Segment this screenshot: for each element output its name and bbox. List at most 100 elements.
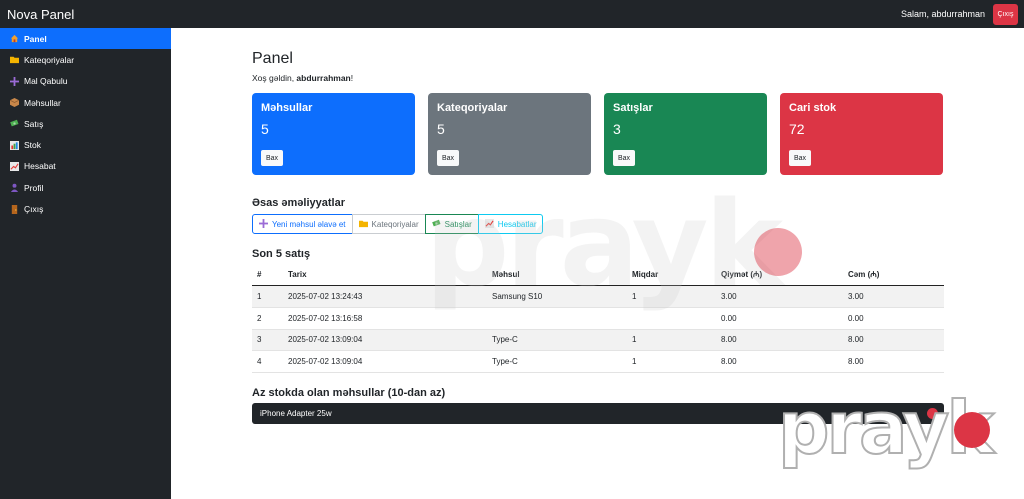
house-icon	[10, 34, 19, 43]
add-product-button[interactable]: Yeni məhsul əlavə et	[252, 214, 353, 234]
sidebar-item-label: Satış	[24, 118, 44, 129]
line-chart-icon	[484, 218, 494, 230]
card-current-stock: Cari stok 72 Bax	[780, 93, 943, 175]
folder-icon	[10, 55, 19, 64]
table-header-row: # Tarix Məhsul Miqdar Qiymət (₼) Cəm (₼)	[252, 264, 944, 286]
table-cell: Samsung S10	[492, 291, 543, 301]
sidebar-item-label: Çıxış	[24, 204, 44, 215]
card-view-button[interactable]: Bax	[789, 150, 812, 166]
plus-icon	[10, 76, 19, 86]
sidebar-item-mehsullar[interactable]: Məhsullar	[0, 92, 171, 113]
sidebar-item-label: Kateqoriyalar	[24, 54, 75, 65]
sidebar-item-label: Mal Qabulu	[24, 76, 68, 87]
card-sales: Satışlar 3 Bax	[604, 93, 767, 175]
card-title: Cari stok	[789, 102, 837, 114]
brand-title[interactable]: Nova Panel	[7, 7, 74, 22]
table-header-cell: Qiymət (₼)	[721, 270, 763, 279]
top-navbar: Nova Panel Salam, abdurrahman Çıxış	[0, 0, 1024, 28]
table-row: 3 2025-07-02 13:09:04 Type-C 1 8.00 8.00	[252, 329, 944, 352]
recent-sales-table: # Tarix Məhsul Miqdar Qiymət (₼) Cəm (₼)…	[252, 264, 944, 374]
table-header-cell: Məhsul	[492, 270, 520, 279]
sidebar: Panel Kateqoriyalar Mal Qabulu Məhsullar…	[0, 28, 171, 499]
table-header-cell: #	[257, 270, 262, 279]
table-cell: 0.00	[848, 313, 864, 323]
table-header-cell: Cəm (₼)	[848, 270, 880, 279]
sidebar-item-label: Hesabat	[24, 161, 56, 172]
welcome-prefix: Xoş gəldin,	[252, 73, 297, 83]
sidebar-item-panel[interactable]: Panel	[0, 28, 171, 50]
user-icon	[10, 183, 19, 193]
sidebar-item-cixis[interactable]: Çıxış	[0, 198, 171, 219]
low-stock-title: Az stokda olan məhsullar (10-dan az)	[252, 387, 446, 399]
table-row: 4 2025-07-02 13:09:04 Type-C 1 8.00 8.00	[252, 351, 944, 374]
table-cell: 1	[632, 335, 637, 345]
low-stock-item[interactable]: iPhone Adapter 25w	[252, 403, 944, 424]
table-cell: 2	[257, 313, 262, 323]
table-header-cell: Tarix	[288, 270, 307, 279]
table-cell: 3.00	[721, 291, 737, 301]
action-label: Yeni məhsul əlavə et	[272, 219, 346, 229]
table-cell: 1	[257, 291, 262, 301]
card-products: Məhsullar 5 Bax	[252, 93, 415, 175]
table-cell: 8.00	[721, 335, 737, 345]
sidebar-item-label: Profil	[24, 182, 44, 193]
quick-actions-group: Yeni məhsul əlavə et Kateqoriyalar Satış…	[252, 214, 544, 234]
table-cell: 8.00	[848, 357, 864, 367]
table-header-cell: Miqdar	[632, 270, 659, 279]
money-icon	[431, 219, 441, 230]
sidebar-item-label: Panel	[24, 33, 47, 44]
sales-button[interactable]: Satışlar	[424, 214, 479, 234]
logout-button[interactable]: Çıxış	[993, 3, 1018, 25]
sidebar-item-hesabat[interactable]: Hesabat	[0, 156, 171, 177]
table-cell: 3.00	[848, 291, 864, 301]
card-value: 5	[437, 121, 445, 137]
sidebar-item-mal-qabulu[interactable]: Mal Qabulu	[0, 71, 171, 92]
bar-chart-icon	[10, 140, 19, 150]
action-label: Satışlar	[444, 219, 472, 229]
low-stock-item-label: iPhone Adapter 25w	[260, 409, 332, 418]
welcome-username: abdurrahman	[296, 73, 351, 83]
table-cell: Type-C	[492, 335, 518, 345]
watermark-text: prayk	[777, 386, 995, 470]
table-cell: 3	[257, 335, 262, 345]
card-view-button[interactable]: Bax	[261, 150, 284, 166]
table-cell: 1	[632, 291, 637, 301]
card-view-button[interactable]: Bax	[437, 150, 460, 166]
card-view-button[interactable]: Bax	[613, 150, 636, 166]
table-cell: Type-C	[492, 357, 518, 367]
stock-count-badge	[927, 408, 938, 419]
table-cell: 8.00	[721, 357, 737, 367]
watermark-corner-dot	[954, 412, 990, 448]
sidebar-item-label: Məhsullar	[24, 97, 61, 108]
card-categories: Kateqoriyalar 5 Bax	[428, 93, 591, 175]
action-label: Kateqoriyalar	[371, 219, 419, 229]
table-cell: 8.00	[848, 335, 864, 345]
money-icon	[10, 119, 19, 128]
user-area: Salam, abdurrahman Çıxış	[900, 3, 1018, 25]
table-cell: 2025-07-02 13:16:58	[288, 313, 363, 323]
page-title: Panel	[252, 50, 293, 67]
action-label: Hesabatlar	[497, 219, 537, 229]
welcome-suffix: !	[350, 73, 354, 83]
table-cell: 0.00	[721, 313, 737, 323]
card-title: Məhsullar	[261, 102, 313, 114]
table-cell: 2025-07-02 13:09:04	[288, 335, 363, 345]
summary-cards: Məhsullar 5 Bax Kateqoriyalar 5 Bax Satı…	[252, 93, 944, 175]
sidebar-item-kateqoriyalar[interactable]: Kateqoriyalar	[0, 49, 171, 70]
sidebar-item-label: Stok	[24, 140, 42, 151]
categories-button[interactable]: Kateqoriyalar	[351, 214, 426, 234]
card-title: Satışlar	[613, 102, 653, 114]
reports-button[interactable]: Hesabatlar	[477, 214, 544, 234]
table-cell: 4	[257, 357, 262, 367]
box-icon	[10, 98, 19, 108]
plus-icon	[259, 218, 268, 230]
sidebar-item-satis[interactable]: Satış	[0, 113, 171, 134]
sidebar-item-stok[interactable]: Stok	[0, 134, 171, 155]
recent-sales-title: Son 5 satış	[252, 248, 311, 260]
table-cell: 2025-07-02 13:24:43	[288, 291, 363, 301]
user-greeting: Salam, abdurrahman	[900, 9, 985, 19]
table-cell: 1	[632, 357, 637, 367]
sidebar-item-profil[interactable]: Profil	[0, 177, 171, 198]
table-row: 2 2025-07-02 13:16:58 0.00 0.00	[252, 308, 944, 330]
card-value: 3	[613, 121, 621, 137]
